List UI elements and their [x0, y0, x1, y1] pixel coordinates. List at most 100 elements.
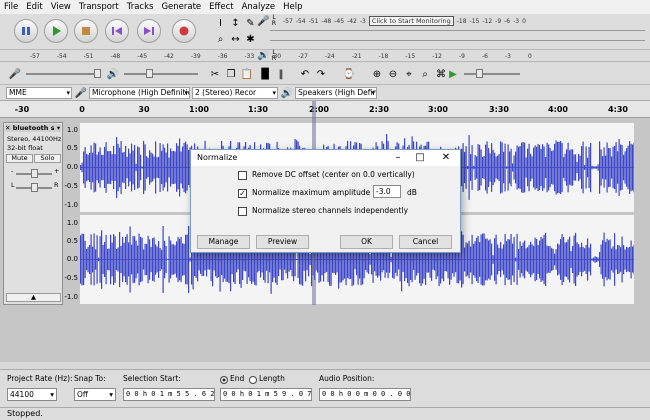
ruler-label: 1:30: [248, 105, 268, 114]
pause-icon: [22, 27, 30, 35]
redo-icon[interactable]: ↷: [314, 67, 328, 81]
project-rate-label: Project Rate (Hz):: [7, 374, 73, 383]
pan-left-label: L: [11, 181, 15, 189]
silence-icon[interactable]: ‖: [274, 67, 288, 81]
record-meter[interactable]: -57 -54 -51 -48 -45 -42 -3 Click to Start Moni…: [283, 15, 645, 27]
selection-end-field[interactable]: 0 0 h 0 1 m 5 9 . 0 7 6 s: [220, 388, 312, 401]
project-rate-select[interactable]: 44100 ▾: [7, 388, 57, 401]
undo-icon[interactable]: ↶: [298, 67, 312, 81]
menu-view[interactable]: View: [47, 2, 75, 12]
amplitude-input[interactable]: -3.0: [373, 185, 401, 198]
track-bit-depth: 32-bit float: [7, 144, 43, 152]
cut-icon[interactable]: ✂: [208, 67, 222, 81]
scale-label: 0.0: [66, 163, 78, 171]
maximize-icon[interactable]: □: [409, 151, 431, 165]
start-monitoring-prompt[interactable]: Click to Start Monitoring: [368, 16, 454, 26]
record-button[interactable]: [172, 19, 196, 43]
cancel-button[interactable]: Cancel: [399, 235, 452, 249]
skip-to-end-button[interactable]: [137, 19, 161, 43]
track-format-info: Stereo, 44100Hz: [7, 135, 62, 143]
fit-selection-icon[interactable]: ⌖: [402, 67, 416, 81]
status-bar: Stopped.: [0, 407, 650, 420]
multi-tool-icon[interactable]: ✱: [244, 33, 257, 46]
menu-edit[interactable]: Edit: [22, 2, 46, 12]
menu-tracks[interactable]: Tracks: [123, 2, 158, 12]
menu-transport[interactable]: Transport: [75, 2, 123, 12]
menu-generate[interactable]: Generate: [157, 2, 205, 12]
remove-dc-label: Remove DC offset (center on 0.0 vertical…: [252, 170, 415, 179]
playback-device-select[interactable]: Speakers (High Definition A▾: [295, 87, 377, 99]
trim-icon[interactable]: ▐▌: [257, 67, 272, 81]
recording-device-select[interactable]: Microphone (High Definitic ▾: [89, 87, 190, 99]
menu-help[interactable]: Help: [279, 2, 306, 12]
ruler-label: 4:00: [548, 105, 568, 114]
skip-start-icon: [112, 27, 122, 35]
time-shift-tool-icon[interactable]: ↔: [229, 33, 242, 46]
chevron-down-icon: ▾: [272, 89, 276, 97]
sync-lock-icon[interactable]: ⌚: [342, 67, 356, 81]
recording-channels-select[interactable]: 2 (Stereo) Recor ▾: [192, 87, 278, 99]
skip-end-icon: [144, 27, 154, 35]
selection-start-field[interactable]: 0 0 h 0 1 m 5 5 . 6 2 9 s: [123, 388, 215, 401]
envelope-tool-icon[interactable]: ↕: [229, 17, 242, 30]
recording-device-icon: 🎤: [74, 87, 88, 99]
selection-start-label: Selection Start:: [123, 374, 181, 383]
menu-file[interactable]: File: [0, 2, 22, 12]
snap-to-select[interactable]: Off ▾: [74, 388, 116, 401]
length-radio[interactable]: [249, 376, 257, 384]
gain-thumb[interactable]: [31, 169, 38, 178]
input-volume-slider[interactable]: [26, 73, 100, 75]
playback-device-icon: 🔊: [280, 87, 294, 99]
gain-plus-label: +: [54, 167, 60, 175]
selection-tool-icon[interactable]: I: [214, 17, 227, 30]
pause-button[interactable]: [14, 19, 38, 43]
record-meter-bar-right: [270, 40, 645, 41]
audio-host-select[interactable]: MME ▾: [6, 87, 72, 99]
scale-label: -0.5: [64, 182, 78, 190]
output-volume-thumb[interactable]: [146, 69, 153, 78]
play-speed-thumb[interactable]: [476, 69, 483, 78]
input-volume-thumb[interactable]: [94, 69, 101, 78]
input-volume-icon: 🎤: [8, 68, 22, 80]
scale-label: 1.0: [66, 126, 78, 134]
menu-analyze[interactable]: Analyze: [238, 2, 280, 12]
ok-button[interactable]: OK: [340, 235, 393, 249]
zoom-in-icon[interactable]: ⊕: [370, 67, 384, 81]
close-icon[interactable]: ✕: [5, 124, 10, 132]
microphone-icon[interactable]: 🎤: [257, 15, 270, 28]
play-button[interactable]: [44, 19, 68, 43]
stop-button[interactable]: [74, 19, 98, 43]
end-radio[interactable]: [220, 376, 228, 384]
play-at-speed-icon[interactable]: ▶: [446, 67, 460, 81]
copy-icon[interactable]: ❐: [224, 67, 238, 81]
playback-meter[interactable]: -57 -54 -51 -48 -45 -42 -39 -36 -33 -30 -27 -24 -21-…: [30, 50, 645, 62]
audio-position-field[interactable]: 0 0 h 0 0 m 0 0 . 0 0 0 s: [319, 388, 411, 401]
timeline-ruler[interactable]: -30 0 30 1:00 1:30 2:00 2:30 3:00 3:30 4…: [0, 101, 650, 118]
manage-button[interactable]: Manage: [197, 235, 250, 249]
menu-effect[interactable]: Effect: [205, 2, 237, 12]
normalize-max-checkbox[interactable]: ✓: [238, 189, 247, 198]
zoom-out-icon[interactable]: ⊖: [386, 67, 400, 81]
close-icon[interactable]: ✕: [435, 151, 457, 165]
edit-toolbar: 🎤 🔊 ✂ ❐ 📋 ▐▌ ‖ ↶ ↷ ⌚ ⊕ ⊖ ⌖ ⌕ ⌘ ▶: [0, 63, 650, 85]
remove-dc-checkbox[interactable]: [238, 171, 247, 180]
skip-to-start-button[interactable]: [105, 19, 129, 43]
fit-project-icon[interactable]: ⌕: [418, 67, 432, 81]
stereo-independent-label: Normalize stereo channels independently: [252, 206, 409, 215]
stereo-independent-checkbox[interactable]: [238, 207, 247, 216]
mute-button[interactable]: Mute: [6, 154, 33, 163]
zoom-tool-icon[interactable]: ⌕: [214, 33, 227, 46]
minimize-icon[interactable]: –: [387, 151, 409, 165]
ruler-label: 3:30: [489, 105, 509, 114]
solo-button[interactable]: Solo: [34, 154, 61, 163]
ruler-label: 2:30: [369, 105, 389, 114]
draw-tool-icon[interactable]: ✎: [244, 17, 257, 30]
pan-thumb[interactable]: [31, 183, 38, 192]
chevron-down-icon: ▾: [66, 89, 70, 97]
play-speed-slider[interactable]: [464, 73, 520, 75]
preview-button[interactable]: Preview: [256, 235, 309, 249]
output-volume-slider[interactable]: [124, 73, 198, 75]
track-name-menu[interactable]: ✕ bluetooth s ▾: [5, 124, 61, 132]
paste-icon[interactable]: 📋: [240, 67, 254, 81]
collapse-track-button[interactable]: ▲: [6, 293, 61, 302]
